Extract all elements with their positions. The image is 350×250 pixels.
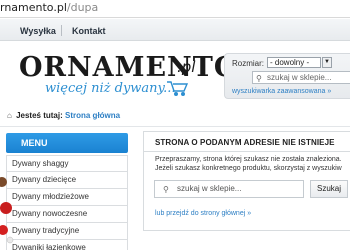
menu-header: MENU (6, 133, 128, 153)
panel-search-placeholder: szukaj w sklepie... (177, 184, 242, 193)
back-to-home-link[interactable]: lub przejdź do strony głównej » (155, 210, 251, 217)
error-message-line1: Przepraszamy, strona której szukasz nie … (155, 156, 342, 163)
home-icon: ⌂ (7, 111, 12, 120)
cart-icon (167, 81, 189, 96)
top-navigation: Wysyłka Kontakt (0, 19, 350, 41)
address-path: /dupa (66, 1, 99, 14)
size-label: Rozmiar: (232, 59, 265, 68)
panel-divider (144, 151, 350, 152)
breadcrumb-current[interactable]: Strona główna (65, 111, 120, 120)
chevron-down-icon[interactable]: ▼ (322, 57, 332, 68)
decorative-ornament (0, 177, 14, 244)
magnifier-icon: ⚲ (256, 74, 262, 83)
advanced-search-link[interactable]: wyszukiwarka zaawansowana » (232, 88, 331, 95)
error-message-line2: Jeżeli szukasz konkretnego produktu, sko… (155, 165, 342, 172)
menu-item-tradycyjne[interactable]: Dywany tradycyjne (6, 223, 128, 240)
menu-item-mlodziezowe[interactable]: Dywany młodzieżowe (6, 189, 128, 206)
address-bar-text: rnamento.pl/dupa (0, 1, 98, 14)
nav-separator (61, 25, 62, 36)
header-search-placeholder: szukaj w sklepie... (267, 73, 332, 82)
panel-title: STRONA O PODANYM ADRESIE NIE ISTNIEJE (155, 138, 335, 147)
header-search-input[interactable]: ⚲ szukaj w sklepie... (252, 71, 350, 84)
breadcrumb: ⌂ Jesteś tutaj: Strona główna (7, 111, 120, 120)
magnifier-icon: ⚲ (163, 185, 169, 194)
menu-item-shaggy[interactable]: Dywany shaggy (6, 155, 128, 172)
address-bar[interactable]: rnamento.pl/dupa (0, 0, 350, 18)
header-divider (0, 126, 350, 127)
nav-link-kontakt[interactable]: Kontakt (72, 26, 106, 36)
category-menu: Dywany shaggy Dywany dziecięce Dywany mł… (6, 155, 128, 250)
nav-link-wysylka[interactable]: Wysyłka (20, 26, 56, 36)
menu-item-dzieciece[interactable]: Dywany dziecięce (6, 172, 128, 189)
breadcrumb-label: Jesteś tutaj: (16, 111, 63, 120)
menu-item-lazienkowe[interactable]: Dywaniki łazienkowe (6, 240, 128, 250)
address-host: rnamento.pl (0, 1, 67, 14)
panel-search-input[interactable]: ⚲ szukaj w sklepie... (154, 180, 304, 198)
menu-item-nowoczesne[interactable]: Dywany nowoczesne (6, 206, 128, 223)
site-logo[interactable]: ORNAMENTO .pl więcej niż dywany... (17, 52, 237, 100)
size-select[interactable]: - dowolny - (267, 57, 321, 68)
header-search-panel: Rozmiar: - dowolny - ▼ ⚲ szukaj w sklepi… (224, 53, 350, 99)
not-found-panel: STRONA O PODANYM ADRESIE NIE ISTNIEJE Pr… (143, 131, 350, 231)
panel-search-button[interactable]: Szukaj (310, 180, 348, 198)
